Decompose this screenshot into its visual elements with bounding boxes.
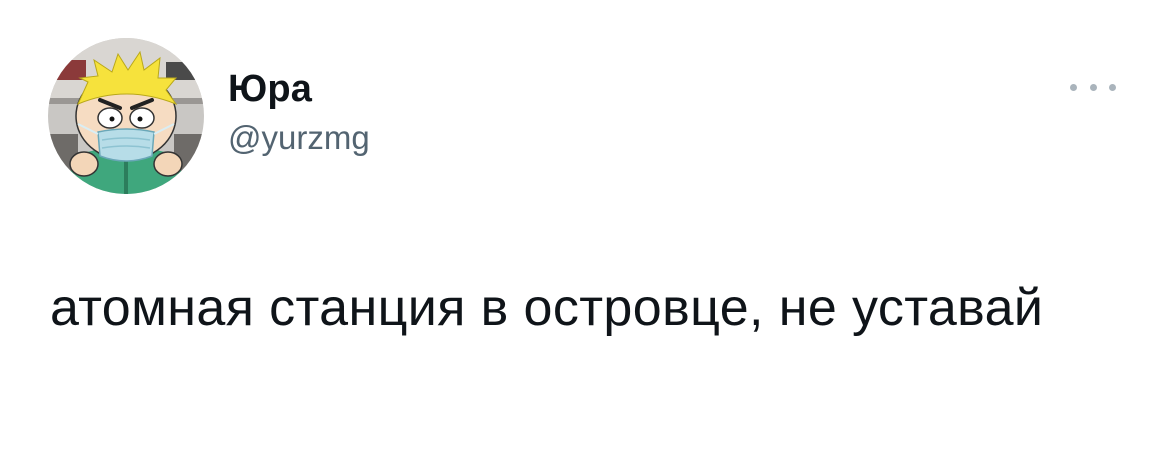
tweet-card: Юра @yurzmg атомная станция в островце, …: [0, 0, 1170, 464]
more-dot: [1089, 83, 1097, 91]
avatar[interactable]: [48, 38, 204, 194]
more-options-icon[interactable]: [1070, 76, 1116, 98]
user-handle[interactable]: @yurzmg: [228, 116, 370, 160]
more-dot: [1070, 83, 1077, 91]
display-name[interactable]: Юра: [228, 66, 370, 112]
avatar-image: [48, 38, 204, 194]
author-names: Юра @yurzmg: [228, 66, 370, 160]
more-dot: [1109, 83, 1116, 91]
tweet-text: атомная станция в островце, не уставай: [50, 279, 1044, 337]
